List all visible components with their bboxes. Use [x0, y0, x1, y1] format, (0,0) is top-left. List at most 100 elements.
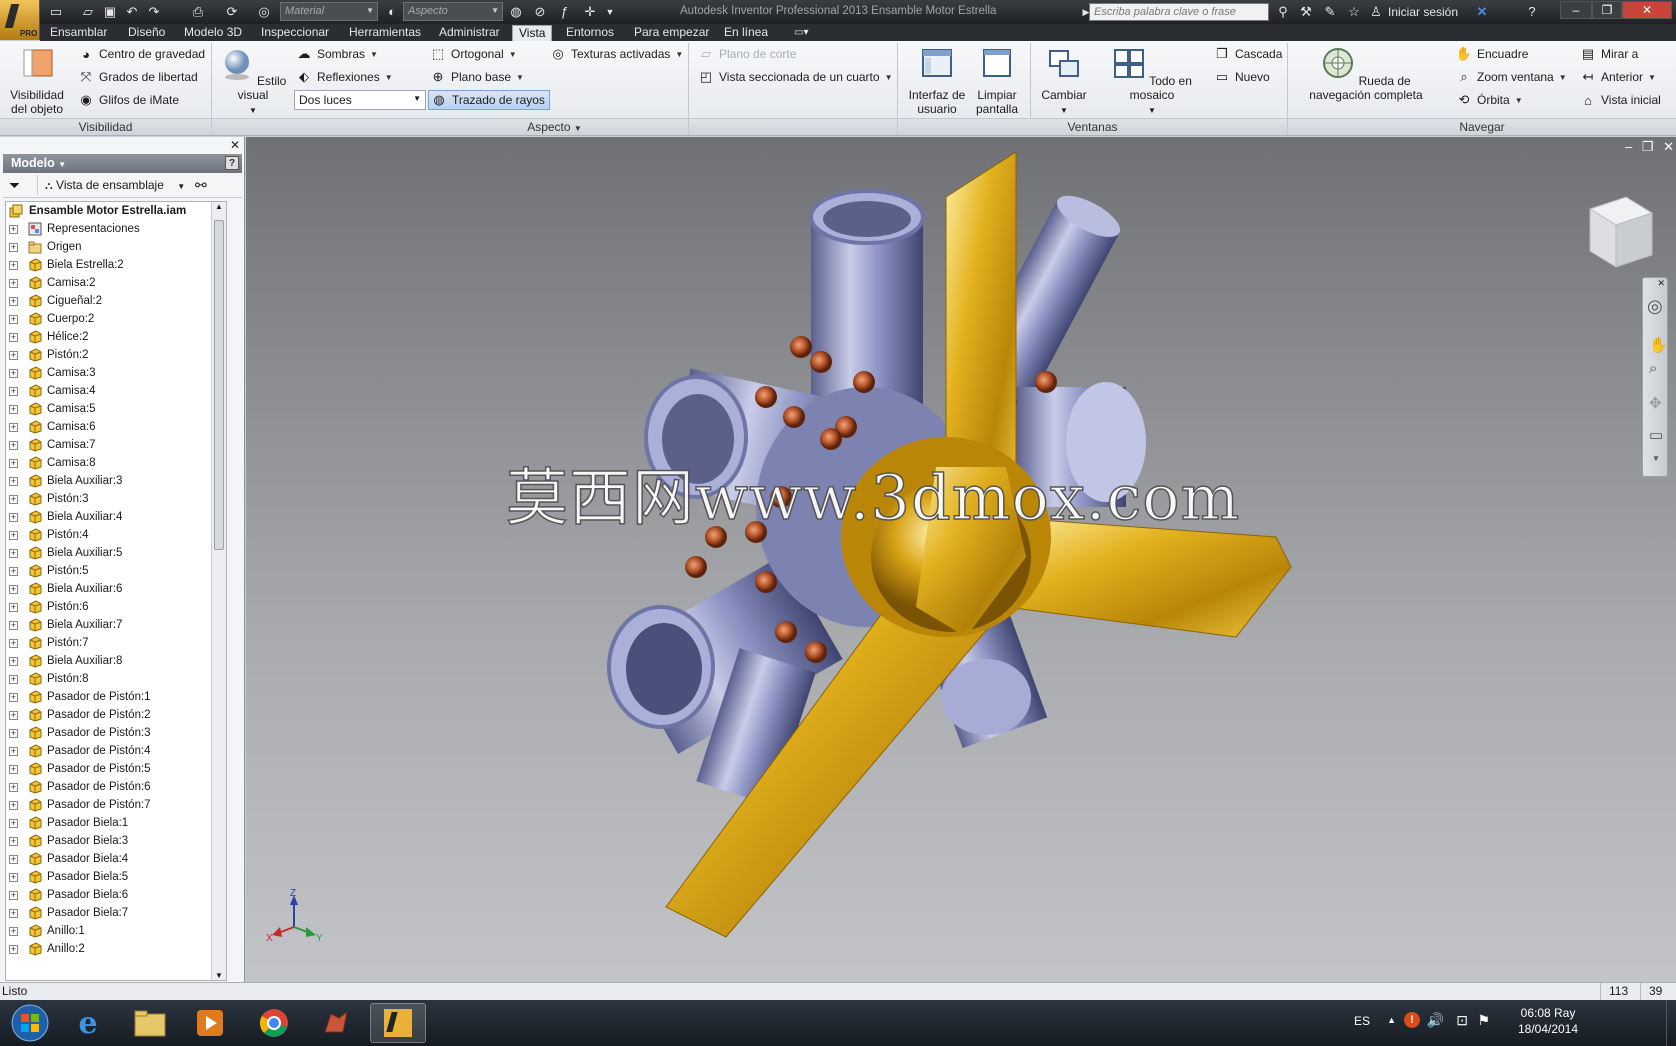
tab-modelo-3d[interactable]: Modelo 3D [178, 25, 248, 41]
tree-item[interactable]: + Camisa:8 [6, 454, 226, 472]
language-indicator[interactable]: ES [1354, 1014, 1370, 1028]
favorites-star-icon[interactable]: ☆ [1346, 4, 1362, 20]
expand-toggle-icon[interactable]: + [9, 243, 18, 252]
filter-icon[interactable]: ⏷ [9, 177, 20, 194]
cascade-button[interactable]: ❐ Cascada [1214, 44, 1282, 64]
expand-toggle-icon[interactable]: + [9, 945, 18, 954]
expand-toggle-icon[interactable]: + [9, 819, 18, 828]
measure-icon[interactable]: ✛ [582, 4, 598, 20]
maximize-button[interactable]: ❐ [1592, 1, 1622, 19]
pan-button[interactable]: ✋ Encuadre [1456, 44, 1528, 64]
expand-toggle-icon[interactable]: + [9, 657, 18, 666]
tab-para-empezar[interactable]: Para empezar [628, 25, 715, 41]
tree-item[interactable]: + Pasador de Pistón:3 [6, 724, 226, 742]
browser-header[interactable]: Modelo ▼ ? [3, 154, 242, 173]
expand-toggle-icon[interactable]: + [9, 693, 18, 702]
tree-item[interactable]: + Pasador Biela:5 [6, 868, 226, 886]
tree-item[interactable]: + Pasador de Pistón:5 [6, 760, 226, 778]
expand-toggle-icon[interactable]: + [9, 621, 18, 630]
communication-icon[interactable]: ✎ [1322, 4, 1338, 20]
tree-item[interactable]: + Pistón:5 [6, 562, 226, 580]
expand-toggle-icon[interactable]: + [9, 513, 18, 522]
network-icon[interactable]: ⊡ [1456, 1012, 1468, 1029]
full-navigation-wheel-button[interactable]: Rueda de navegación completa [1296, 47, 1436, 102]
tree-item[interactable]: + Pasador de Pistón:7 [6, 796, 226, 814]
look-at-button[interactable]: ▤ Mirar a [1580, 44, 1639, 64]
volume-icon[interactable]: 🔊 [1427, 1012, 1444, 1029]
tile-all-button[interactable]: Todo en mosaico ▼ [1100, 47, 1204, 118]
expand-toggle-icon[interactable]: + [9, 873, 18, 882]
visual-style-button[interactable]: Estilo visual ▼ [218, 47, 288, 118]
tree-item[interactable]: + Pistón:6 [6, 598, 226, 616]
tree-item[interactable]: + Biela Auxiliar:4 [6, 508, 226, 526]
help-search-input[interactable]: Escriba palabra clave o frase [1089, 3, 1269, 21]
navbar-customize-icon[interactable]: ▼ [1652, 454, 1660, 463]
tree-item[interactable]: + Pistón:2 [6, 346, 226, 364]
scroll-down-icon[interactable]: ▼ [215, 971, 223, 980]
reflections-button[interactable]: ⬖ Reflexiones ▼ [296, 67, 393, 87]
section-plane-button[interactable]: ▱ Plano de corte [698, 44, 796, 64]
tree-item[interactable]: + Biela Auxiliar:3 [6, 472, 226, 490]
show-desktop-button[interactable] [1666, 1000, 1676, 1046]
expand-toggle-icon[interactable]: + [9, 459, 18, 468]
alert-icon[interactable]: ! [1404, 1012, 1420, 1028]
expand-toggle-icon[interactable]: + [9, 405, 18, 414]
expand-toggle-icon[interactable]: + [9, 675, 18, 684]
tree-scroll-thumb[interactable] [214, 220, 224, 550]
expand-toggle-icon[interactable]: + [9, 567, 18, 576]
tree-item[interactable]: + Pasador de Pistón:2 [6, 706, 226, 724]
expand-toggle-icon[interactable]: + [9, 837, 18, 846]
tree-item[interactable]: + Pasador Biela:3 [6, 832, 226, 850]
tab-ensamblar[interactable]: Ensamblar [44, 25, 113, 41]
expand-toggle-icon[interactable]: + [9, 369, 18, 378]
redo-icon[interactable]: ↷ [146, 4, 162, 20]
panel-title-aspecto[interactable]: Aspecto ▼ [212, 118, 897, 135]
tree-item[interactable]: + Camisa:3 [6, 364, 226, 382]
tree-item[interactable]: + Hélice:2 [6, 328, 226, 346]
tree-item[interactable]: + Pasador de Pistón:4 [6, 742, 226, 760]
taskbar-file-explorer[interactable] [122, 1003, 178, 1043]
orbit-button[interactable]: ⟲ Órbita ▼ [1456, 90, 1523, 110]
tree-item[interactable]: + Pistón:8 [6, 670, 226, 688]
appearance-combo[interactable]: Aspecto ▼ [403, 2, 503, 21]
help-icon[interactable]: ? [1524, 4, 1540, 20]
ground-plane-button[interactable]: ⊕ Plano base ▼ [430, 67, 524, 87]
panel-title-ventanas[interactable]: Ventanas [898, 118, 1287, 135]
select-icon[interactable]: ◎ [256, 4, 272, 20]
tree-item[interactable]: + Biela Estrella:2 [6, 256, 226, 274]
tab-herramientas[interactable]: Herramientas [343, 25, 427, 41]
expand-toggle-icon[interactable]: + [9, 891, 18, 900]
show-hidden-icons-icon[interactable]: ▲ [1387, 1015, 1396, 1025]
expand-toggle-icon[interactable]: + [9, 801, 18, 810]
clock[interactable]: 06:08 Ray 18/04/2014 [1508, 1005, 1588, 1037]
tab-diseno[interactable]: Diseño [122, 25, 171, 41]
expand-toggle-icon[interactable]: + [9, 765, 18, 774]
tree-item[interactable]: + Biela Auxiliar:7 [6, 616, 226, 634]
tree-scrollbar[interactable]: ▲ ▼ [211, 202, 226, 980]
save-icon[interactable]: ▣ [102, 4, 118, 20]
tree-item[interactable]: + Pasador de Pistón:1 [6, 688, 226, 706]
expand-toggle-icon[interactable]: + [9, 909, 18, 918]
exchange-apps-icon[interactable]: ✕ [1474, 4, 1490, 20]
close-icon[interactable]: ✕ [230, 138, 240, 152]
tree-item[interactable]: + Pistón:7 [6, 634, 226, 652]
tab-administrar[interactable]: Administrar [433, 25, 506, 41]
ray-tracing-button[interactable]: ◍ Trazado de rayos [428, 90, 550, 110]
orbit-icon[interactable]: ✥ [1649, 394, 1662, 412]
expand-toggle-icon[interactable]: + [9, 549, 18, 558]
tab-inspeccionar[interactable]: Inspeccionar [255, 25, 335, 41]
expand-toggle-icon[interactable]: + [9, 333, 18, 342]
expand-toggle-icon[interactable]: + [9, 441, 18, 450]
previous-view-button[interactable]: ↤ Anterior ▼ [1580, 67, 1656, 87]
tree-item[interactable]: + Biela Auxiliar:6 [6, 580, 226, 598]
imate-glyphs-button[interactable]: ◉ Glifos de iMate [78, 90, 179, 110]
switch-window-button[interactable]: Cambiar ▼ [1036, 47, 1092, 118]
subscription-icon[interactable]: ⚒ [1298, 4, 1314, 20]
material-combo[interactable]: Material ▼ [280, 2, 378, 21]
user-interface-button[interactable]: Interfaz de usuario [904, 47, 970, 116]
taskbar-game-app[interactable] [308, 1003, 364, 1043]
help-icon[interactable]: ? [225, 156, 239, 170]
tree-item[interactable]: + Anillo:2 [6, 940, 226, 958]
expand-toggle-icon[interactable]: + [9, 747, 18, 756]
tree-item[interactable]: + Pasador Biela:6 [6, 886, 226, 904]
